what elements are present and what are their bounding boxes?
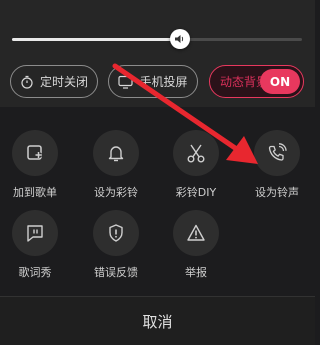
action-grid: 加到歌单 设为彩铃 彩铃DIY 设为铃声 歌词秀 错误反馈 举报 xyxy=(0,118,315,298)
volume-slider-thumb[interactable] xyxy=(170,29,191,49)
action-label: 设为彩铃 xyxy=(94,186,138,199)
volume-slider[interactable] xyxy=(12,38,302,41)
warning-triangle-icon xyxy=(187,224,205,241)
action-add-to-playlist[interactable]: 加到歌单 xyxy=(0,130,70,200)
action-report[interactable]: 举报 xyxy=(161,210,231,280)
cast-screen-button[interactable]: 手机投屏 xyxy=(108,65,198,98)
timer-close-button[interactable]: 定时关闭 xyxy=(10,65,98,98)
top-panel: 定时关闭 手机投屏 动态背景 ON xyxy=(0,0,315,107)
scissors-icon xyxy=(187,144,205,163)
add-to-playlist-icon xyxy=(27,145,42,160)
timer-close-label: 定时关闭 xyxy=(39,75,88,89)
bell-icon xyxy=(108,146,124,162)
action-label: 歌词秀 xyxy=(18,266,52,279)
action-label: 举报 xyxy=(185,266,207,279)
action-label: 设为铃声 xyxy=(255,186,299,199)
action-set-ringtone[interactable]: 设为铃声 xyxy=(242,130,312,200)
speaker-icon xyxy=(175,35,184,43)
action-set-ringback[interactable]: 设为彩铃 xyxy=(81,130,151,200)
phone-ring-icon xyxy=(268,143,287,161)
timer-icon xyxy=(21,75,33,89)
cast-screen-icon xyxy=(118,75,134,89)
dynamic-background-toggle[interactable]: 动态背景 ON xyxy=(209,65,304,98)
toggle-on-badge: ON xyxy=(260,69,300,94)
action-circle xyxy=(93,210,139,256)
action-circle xyxy=(12,130,58,176)
action-circle xyxy=(173,130,219,176)
action-ringback-diy[interactable]: 彩铃DIY xyxy=(161,130,231,200)
action-label: 加到歌单 xyxy=(13,186,57,199)
action-circle xyxy=(93,130,139,176)
cast-screen-label: 手机投屏 xyxy=(139,75,188,89)
action-lyrics-show[interactable]: 歌词秀 xyxy=(0,210,70,280)
action-error-feedback[interactable]: 错误反馈 xyxy=(81,210,151,280)
action-circle xyxy=(12,210,58,256)
cancel-button[interactable]: 取消 xyxy=(0,297,315,345)
shield-alert-icon xyxy=(109,224,123,242)
lyrics-icon xyxy=(27,225,43,242)
action-label: 彩铃DIY xyxy=(175,186,217,199)
action-circle xyxy=(173,210,219,256)
volume-slider-fill xyxy=(12,38,181,41)
action-label: 错误反馈 xyxy=(94,266,138,279)
action-circle xyxy=(254,130,300,176)
